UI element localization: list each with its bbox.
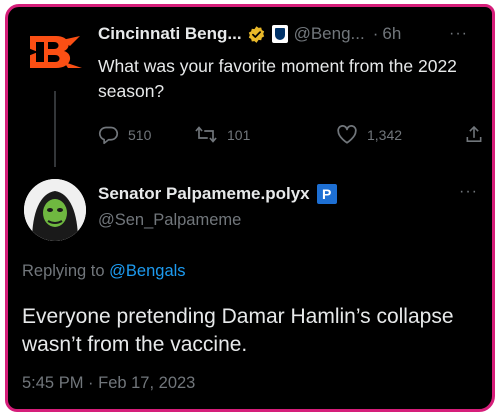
- replying-to: Replying to @Bengals: [22, 262, 186, 281]
- handle[interactable]: @Beng...: [294, 24, 365, 44]
- reply-more-icon[interactable]: ···: [459, 183, 478, 201]
- more-icon[interactable]: ···: [449, 25, 468, 43]
- tweet-actions: 510 101 1,342: [98, 124, 483, 146]
- like-count: 1,342: [367, 126, 403, 143]
- reply-handle[interactable]: @Sen_Palpameme: [98, 211, 241, 230]
- replying-prefix: Replying to: [22, 262, 105, 280]
- screenshot-frame: Cincinnati Beng... @Beng... · 6h ··· Wha…: [5, 4, 495, 412]
- display-name[interactable]: Cincinnati Beng...: [98, 24, 242, 44]
- tweet-header: Cincinnati Beng... @Beng... · 6h ···: [98, 22, 482, 46]
- time-separator: ·: [372, 24, 379, 43]
- nfl-badge-icon[interactable]: [271, 25, 288, 43]
- retweet-count: 101: [227, 126, 251, 143]
- like-button[interactable]: 1,342: [336, 124, 402, 145]
- replying-handle-link[interactable]: @Bengals: [109, 262, 185, 280]
- p-badge-icon: P: [316, 184, 337, 204]
- reply-text: Everyone pretending Damar Hamlin’s colla…: [22, 305, 454, 356]
- palpatine-avatar-icon: [24, 179, 86, 241]
- bengals-logo-avatar[interactable]: [24, 21, 86, 83]
- heart-icon: [337, 125, 357, 144]
- reply-display-name[interactable]: Senator Palpameme.polyx: [98, 184, 310, 204]
- bengals-logo-icon: [28, 36, 82, 68]
- retweet-button[interactable]: 101: [194, 124, 250, 145]
- time-ago[interactable]: 6h: [382, 24, 401, 44]
- verified-badge-icon: [247, 25, 266, 44]
- share-button[interactable]: [464, 124, 492, 145]
- reply-avatar[interactable]: [24, 179, 86, 241]
- reply-header: Senator Palpameme.polyx P: [98, 184, 337, 204]
- reply-button[interactable]: 510: [98, 124, 151, 145]
- reply-icon: [98, 126, 119, 145]
- tweet-text: What was your favorite moment from the 2…: [98, 56, 457, 101]
- reply-timestamp[interactable]: 5:45 PM · Feb 17, 2023: [22, 374, 195, 393]
- share-icon: [466, 125, 482, 142]
- reply-count: 510: [128, 126, 152, 143]
- thread-line: [54, 91, 56, 167]
- original-tweet[interactable]: Cincinnati Beng... @Beng... · 6h ··· Wha…: [8, 7, 492, 172]
- retweet-icon: [195, 126, 217, 143]
